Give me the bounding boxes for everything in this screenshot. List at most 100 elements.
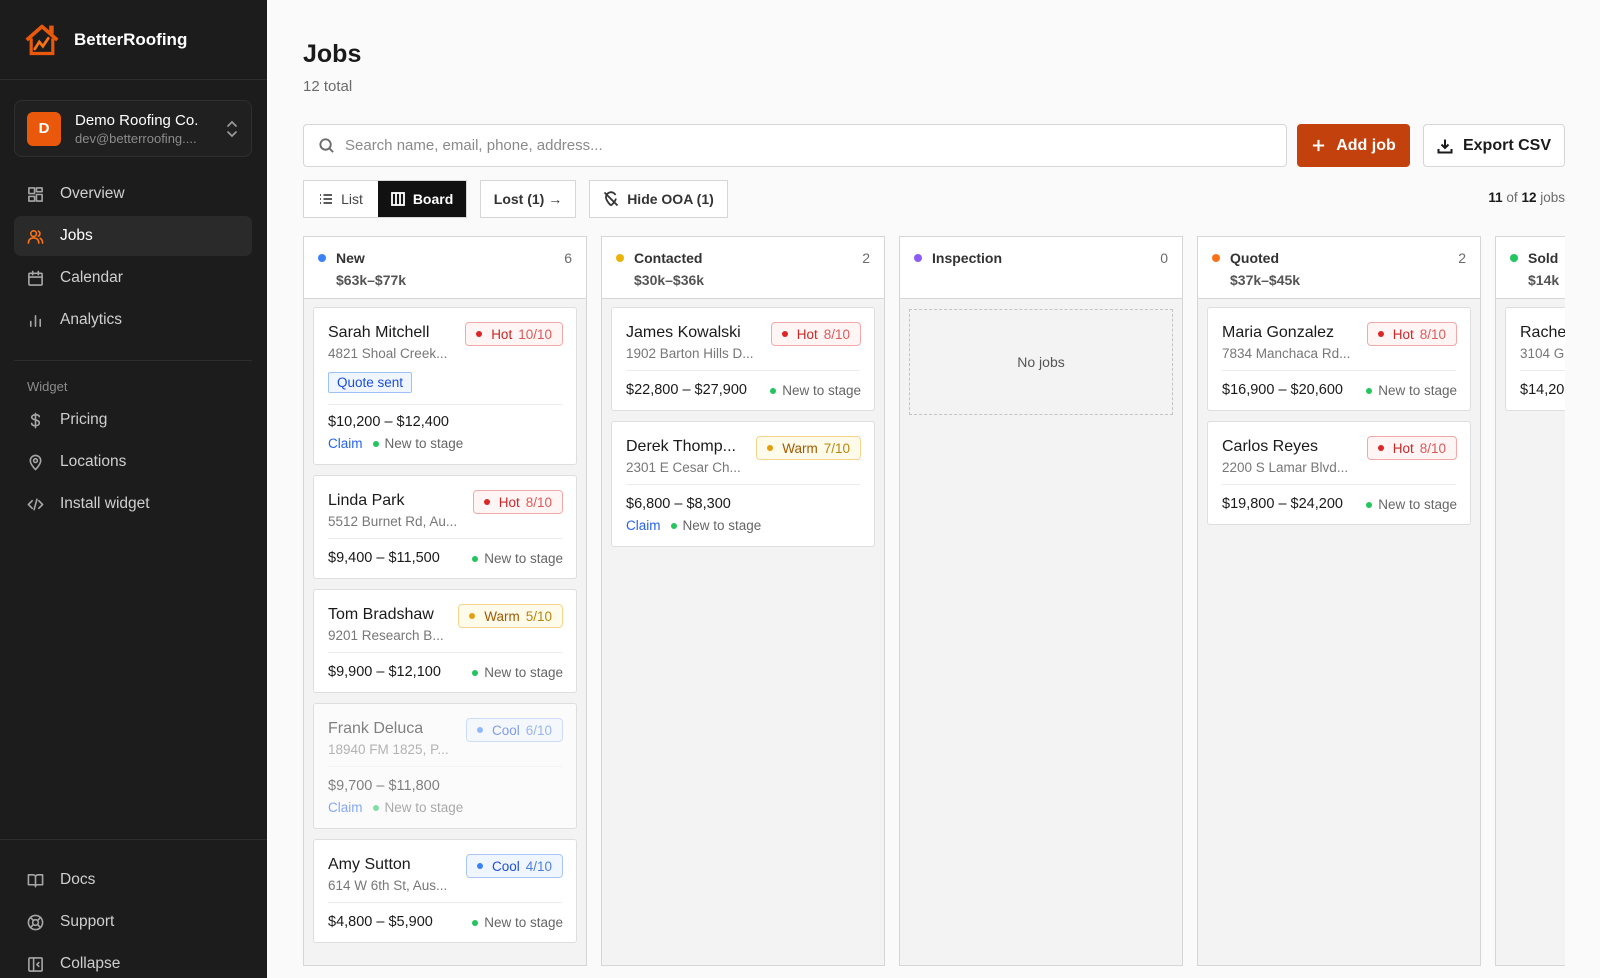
column-contacted: Contacted 2 $30k–$36k James Kowalski 190… — [601, 236, 885, 966]
job-card[interactable]: Derek Thomp... 2301 E Cesar Ch... Warm 7/… — [611, 421, 875, 547]
job-address: 2200 S Lamar Blvd... — [1222, 460, 1349, 475]
jobs-word: jobs — [1536, 190, 1565, 205]
nav-install-widget[interactable]: Install widget — [14, 484, 252, 524]
brand-name: BetterRoofing — [74, 29, 188, 49]
job-price-range: $4,800 – $5,900 — [328, 914, 433, 930]
nav-jobs[interactable]: Jobs — [14, 216, 252, 256]
nav-analytics[interactable]: Analytics — [14, 300, 252, 340]
job-price-range: $9,700 – $11,800 — [328, 778, 440, 794]
plus-icon — [1313, 139, 1325, 152]
nav-calendar[interactable]: Calendar — [14, 258, 252, 298]
view-list-button[interactable]: List — [304, 181, 378, 217]
job-card[interactable]: Carlos Reyes 2200 S Lamar Blvd... Hot 8/1… — [1207, 421, 1471, 525]
stage-status-label: New to stage — [484, 551, 563, 566]
page-subtitle: 12 total — [303, 78, 353, 95]
column-header: Sold $14k — [1496, 237, 1565, 299]
nav-locations[interactable]: Locations — [14, 442, 252, 482]
map-pin-off-icon — [604, 191, 619, 207]
job-card[interactable]: Maria Gonzalez 7834 Manchaca Rd... Hot 8/… — [1207, 307, 1471, 411]
nav-locations-label: Locations — [60, 453, 127, 470]
column-title: Quoted — [1230, 250, 1279, 266]
job-address: 7834 Manchaca Rd... — [1222, 346, 1351, 361]
card-divider — [1222, 370, 1456, 371]
nav-collapse-label: Collapse — [60, 955, 121, 972]
nav-overview[interactable]: Overview — [14, 174, 252, 214]
view-board-label: Board — [412, 191, 454, 207]
brand[interactable]: BetterRoofing — [0, 0, 267, 80]
job-name: Frank Deluca — [328, 720, 424, 737]
column-new: New 6 $63k–$77k Sarah Mitchell 4821 Shoa… — [303, 236, 587, 966]
card-divider — [1520, 370, 1565, 371]
nav-pricing[interactable]: Pricing — [14, 400, 252, 440]
export-csv-label: Export CSV — [1462, 136, 1551, 154]
stage-status-label: New to stage — [484, 915, 563, 930]
job-name: Maria Gonzalez — [1222, 324, 1335, 341]
bar-chart-icon — [29, 314, 42, 327]
column-count: 2 — [862, 250, 870, 266]
job-card[interactable]: Amy Sutton 614 W 6th St, Aus... Cool 4/10… — [313, 839, 577, 943]
job-card[interactable]: James Kowalski 1902 Barton Hills D... Ho… — [611, 307, 875, 411]
kanban-board: New 6 $63k–$77k Sarah Mitchell 4821 Shoa… — [303, 236, 1565, 966]
column-count: 0 — [1160, 250, 1168, 266]
page-title: Jobs — [303, 40, 362, 68]
status-dot — [616, 254, 624, 262]
search-box[interactable] — [303, 124, 1287, 167]
nav-docs[interactable]: Docs — [14, 860, 252, 900]
job-card[interactable]: Frank Deluca 18940 FM 1825, P... Cool 6/1… — [313, 703, 577, 829]
nav-jobs-label: Jobs — [60, 227, 93, 244]
view-list-label: List — [341, 191, 363, 207]
column-count: 2 — [1458, 250, 1466, 266]
add-job-button[interactable]: Add job — [1297, 124, 1410, 167]
job-card[interactable]: Linda Park 5512 Burnet Rd, Au... Hot 8/10… — [313, 475, 577, 579]
hide-ooa-button[interactable]: Hide OOA (1) — [589, 180, 728, 218]
job-card[interactable]: Rache 3104 G $14,20 — [1505, 307, 1565, 411]
job-card[interactable]: Tom Bradshaw 9201 Research B... Warm 5/10… — [313, 589, 577, 693]
job-price-range: $16,900 – $20,600 — [1222, 382, 1343, 398]
search-input[interactable] — [345, 137, 1245, 154]
lost-filter-button[interactable]: Lost (1) → — [480, 180, 576, 218]
nav-overview-label: Overview — [60, 185, 125, 202]
job-address: 3104 G — [1520, 346, 1565, 361]
org-switcher[interactable]: D Demo Roofing Co. dev@betterroofing.... — [14, 100, 252, 157]
org-name: Demo Roofing Co. — [75, 111, 199, 129]
job-price-range: $22,800 – $27,900 — [626, 382, 747, 398]
claim-label: Claim — [626, 518, 661, 533]
lead-score-badge: Hot 8/10 — [1366, 322, 1457, 346]
card-divider — [1222, 484, 1456, 485]
lead-score-badge: Hot 10/10 — [465, 322, 563, 346]
book-open-icon — [27, 873, 44, 887]
footer-divider — [0, 839, 267, 840]
job-price-range: $9,400 – $11,500 — [328, 550, 440, 566]
hide-ooa-label: Hide OOA (1) — [627, 191, 714, 207]
job-price-range: $14,20 — [1520, 382, 1565, 398]
nav-docs-label: Docs — [60, 871, 96, 888]
org-avatar: D — [27, 111, 61, 146]
job-name: Linda Park — [328, 492, 405, 509]
status-dot — [318, 254, 326, 262]
column-title: Contacted — [634, 250, 703, 266]
nav-collapse[interactable]: Collapse — [14, 944, 252, 978]
add-job-label: Add job — [1336, 136, 1396, 154]
column-header: Quoted 2 $37k–$45k — [1198, 237, 1480, 299]
column-count: 6 — [564, 250, 572, 266]
job-card[interactable]: Sarah Mitchell 4821 Shoal Creek... Hot 10… — [313, 307, 577, 465]
stage-status: New to stage — [682, 518, 762, 533]
claim-label: Claim — [328, 800, 363, 815]
lead-heat: Cool — [491, 722, 520, 738]
nav-analytics-label: Analytics — [60, 311, 123, 328]
nav-support[interactable]: Support — [14, 902, 252, 942]
column-inspection: Inspection 0 No jobs — [899, 236, 1183, 966]
lead-score: 4/10 — [525, 858, 552, 874]
life-buoy-icon — [27, 914, 44, 930]
lead-score: 10/10 — [518, 326, 552, 342]
job-address: 4821 Shoal Creek... — [328, 346, 448, 361]
map-pin-icon — [29, 454, 42, 470]
lead-heat: Hot — [491, 326, 513, 342]
job-name: Amy Sutton — [328, 856, 411, 873]
lead-score: 6/10 — [525, 722, 552, 738]
view-board-button[interactable]: Board — [378, 181, 466, 217]
export-csv-button[interactable]: Export CSV — [1423, 124, 1565, 167]
card-divider — [626, 370, 860, 371]
lead-score: 8/10 — [525, 494, 552, 510]
lead-score-badge: Warm 7/10 — [756, 436, 861, 460]
